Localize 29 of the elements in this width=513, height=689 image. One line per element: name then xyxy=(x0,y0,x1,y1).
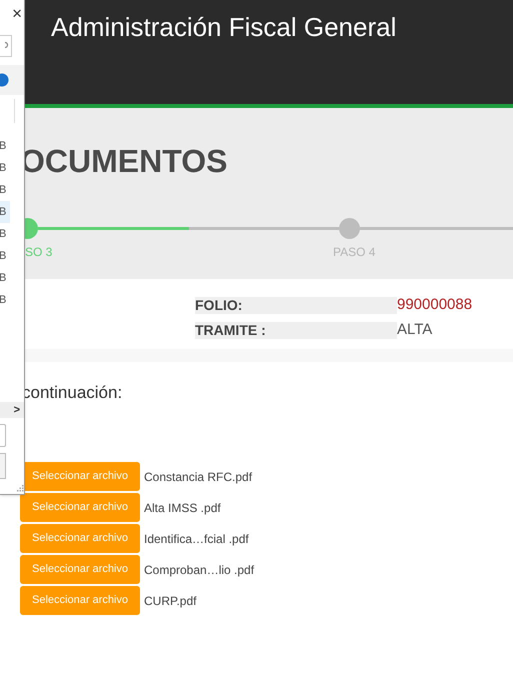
file-list-item[interactable]: B xyxy=(0,223,10,245)
file-list-item[interactable]: B xyxy=(0,135,10,157)
instruction-text: continuación: xyxy=(22,383,122,402)
resize-grip-icon[interactable] xyxy=(17,485,24,492)
step-label: SO 3 xyxy=(25,244,52,261)
info-value: ALTA xyxy=(397,320,432,340)
page-title: OCUMENTOS xyxy=(20,142,228,181)
file-name: Comproban…lio .pdf xyxy=(144,562,254,578)
file-name: CURP.pdf xyxy=(144,592,196,610)
header-title: Administración Fiscal General xyxy=(51,11,396,43)
file-list-item[interactable]: B xyxy=(0,245,10,267)
file-list-item[interactable]: B xyxy=(0,289,10,311)
file-name: Identifica…fcial .pdf xyxy=(144,530,249,548)
type-dropdown[interactable] xyxy=(0,424,6,447)
file-list-item[interactable]: B xyxy=(0,201,10,223)
scroll-right-button[interactable]: > xyxy=(14,402,20,418)
info-label: FOLIO: xyxy=(195,296,397,314)
search-icon xyxy=(5,42,10,50)
search-field[interactable] xyxy=(0,35,12,57)
info-value: 990000088 xyxy=(397,294,472,315)
info-label: TRAMITE : xyxy=(195,322,397,338)
close-button[interactable]: × xyxy=(12,3,22,25)
file-name: Alta IMSS .pdf xyxy=(144,500,221,516)
file-list-item[interactable]: B xyxy=(0,267,10,289)
help-icon[interactable] xyxy=(0,73,10,87)
file-name: Constancia RFC.pdf xyxy=(144,468,252,486)
file-list-item[interactable]: B xyxy=(0,179,10,201)
file-list-item[interactable]: B xyxy=(0,157,10,179)
dialog-button[interactable] xyxy=(0,453,6,479)
